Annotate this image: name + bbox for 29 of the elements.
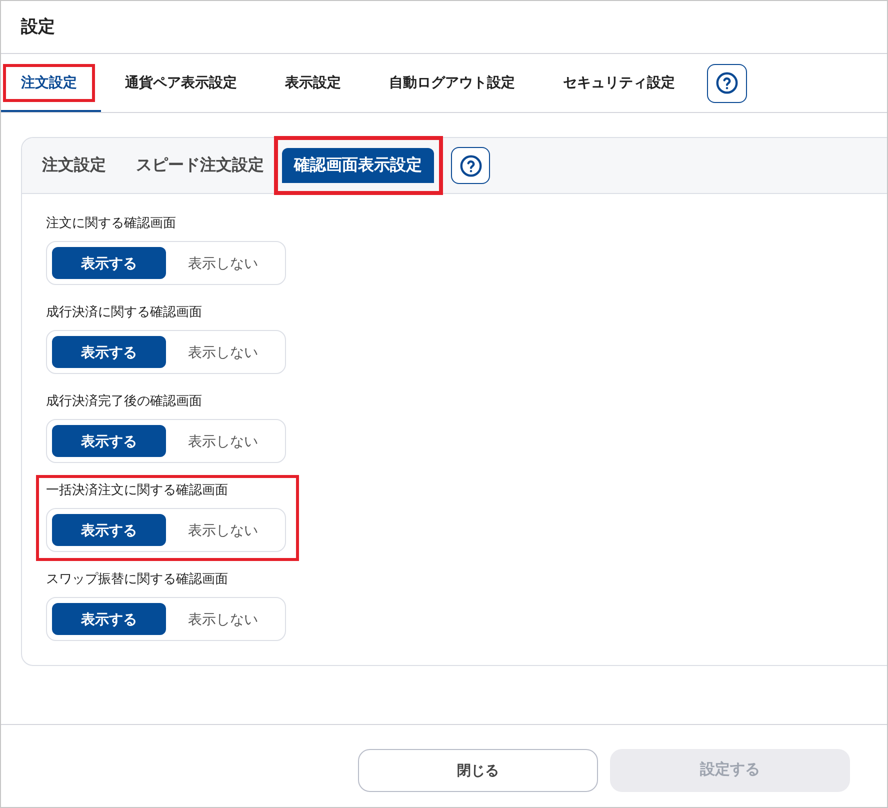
sub-tab[interactable]: スピード注文設定 xyxy=(124,148,276,183)
segment-option[interactable]: 表示する xyxy=(52,336,166,368)
tab[interactable]: 注文設定 xyxy=(1,54,101,112)
segment-option[interactable]: 表示する xyxy=(52,247,166,279)
segment-option[interactable]: 表示しない xyxy=(166,336,280,368)
tab[interactable]: セキュリティ設定 xyxy=(543,54,699,112)
segment-option[interactable]: 表示しない xyxy=(166,247,280,279)
segment-option[interactable]: 表示しない xyxy=(166,514,280,546)
setting-label: スワップ振替に関する確認画面 xyxy=(46,570,229,588)
setting-label: 成行決済完了後の確認画面 xyxy=(46,392,203,410)
sub-tab[interactable]: 注文設定 xyxy=(30,148,118,183)
segment-option[interactable]: 表示しない xyxy=(166,425,280,457)
help-button[interactable] xyxy=(707,64,747,102)
window-title: 設定 xyxy=(21,16,55,38)
help-icon xyxy=(716,72,738,94)
tab[interactable]: 通貨ペア表示設定 xyxy=(105,54,261,112)
help-button[interactable] xyxy=(451,147,490,184)
tab[interactable]: 表示設定 xyxy=(265,54,365,112)
setting-label: 一括決済注文に関する確認画面 xyxy=(46,481,229,499)
segment-option[interactable]: 表示する xyxy=(52,425,166,457)
segment-option[interactable]: 表示しない xyxy=(166,603,280,635)
footer-button[interactable]: 閉じる xyxy=(358,749,598,792)
segment-option[interactable]: 表示する xyxy=(52,514,166,546)
setting-label: 成行決済に関する確認画面 xyxy=(46,303,203,321)
setting-label: 注文に関する確認画面 xyxy=(46,214,177,232)
tab[interactable]: 自動ログアウト設定 xyxy=(369,54,539,112)
sub-tab[interactable]: 確認画面表示設定 xyxy=(282,148,434,183)
segment-option[interactable]: 表示する xyxy=(52,603,166,635)
help-icon xyxy=(460,154,482,176)
